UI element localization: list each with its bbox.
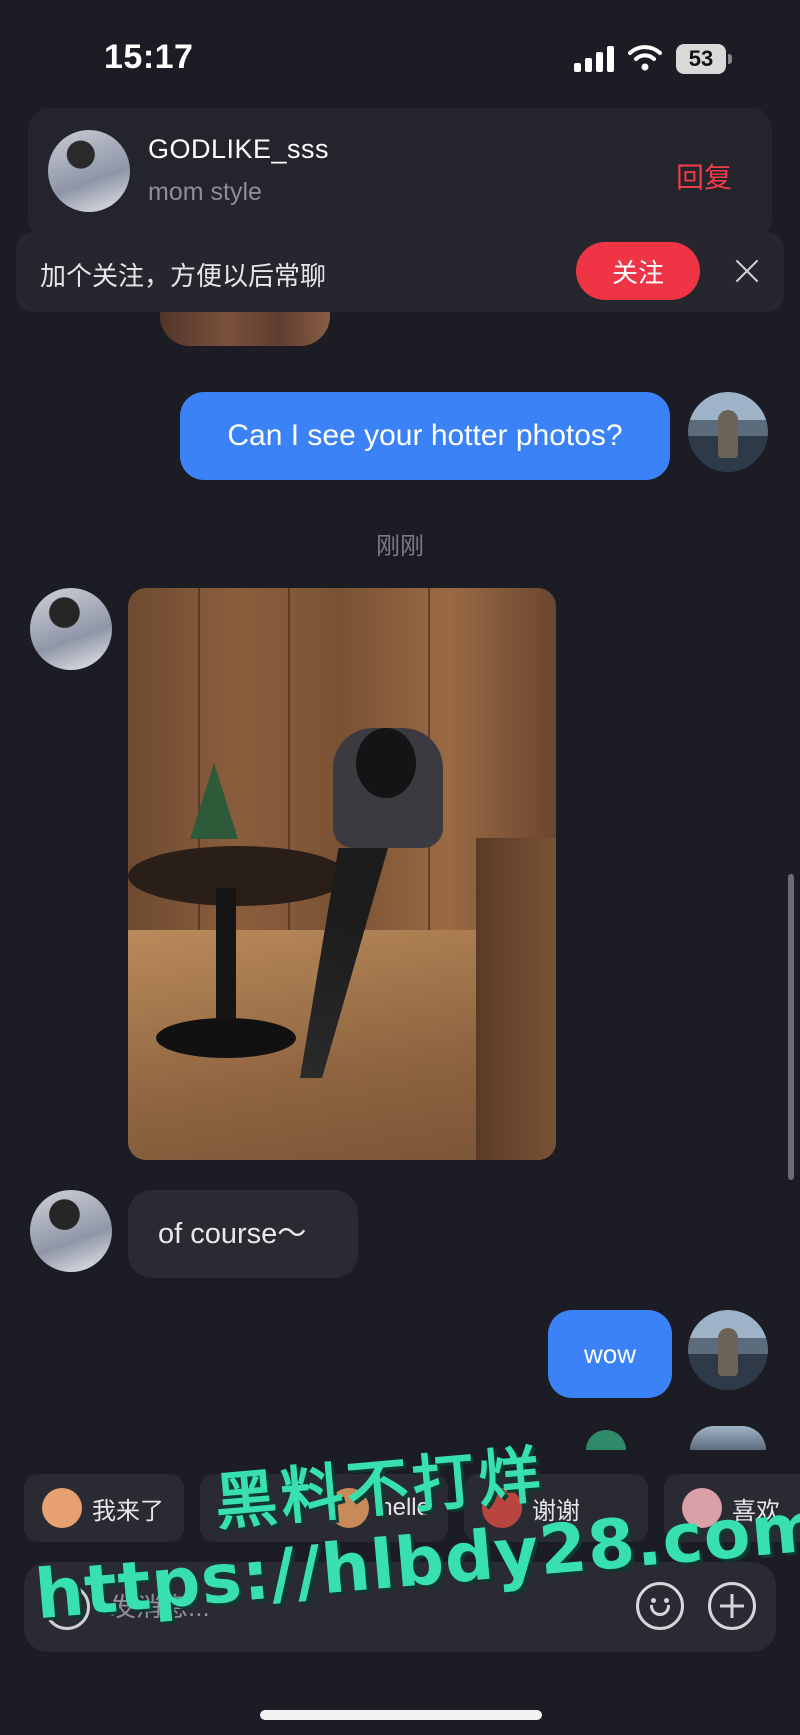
home-indicator[interactable] [260,1710,542,1720]
sender-avatar[interactable] [30,588,112,670]
thanks-emoji-icon [482,1488,522,1528]
quick-reply-chip[interactable]: 喜欢 [664,1474,800,1542]
message-input-bar [24,1562,776,1652]
close-icon[interactable] [730,254,764,288]
outgoing-message[interactable]: Can I see your hotter photos? [180,392,670,480]
waving-emoji-icon [42,1488,82,1528]
wifi-icon [628,45,662,71]
cellular-signal-icon [574,46,616,72]
quick-reply-label: hello [379,1494,430,1521]
battery-level: 53 [676,44,726,74]
sticker-image[interactable] [160,310,330,346]
scrollbar[interactable] [788,874,794,1180]
sender-username: GODLIKE_sss [148,134,330,164]
hello-emoji-icon [329,1488,370,1528]
message-input[interactable] [110,1582,630,1632]
incoming-photo[interactable] [128,588,556,1160]
battery-icon: 53 [676,44,732,74]
quick-reply-label: 喜欢 [732,1497,780,1525]
my-avatar[interactable] [690,1426,766,1450]
follow-prompt-bar: 加个关注，方便以后常聊 关注 [16,232,784,312]
status-bar: 15:17 53 [0,0,800,100]
quick-reply-chip[interactable]: hello [200,1474,448,1542]
message-timestamp: 刚刚 [376,533,424,560]
status-time: 15:17 [104,38,194,76]
incoming-message[interactable]: of course～ [128,1190,358,1278]
my-avatar[interactable] [688,1310,768,1390]
emoji-icon[interactable] [636,1582,684,1630]
voice-icon[interactable] [44,1584,90,1630]
follow-prompt-text: 加个关注，方便以后常聊 [40,261,327,291]
outgoing-message[interactable]: wow [548,1310,672,1398]
quick-reply-chip[interactable]: 谢谢 [464,1474,648,1542]
sticker-image[interactable] [586,1430,626,1450]
quick-reply-label: 我来了 [92,1497,164,1525]
message-notification[interactable]: GODLIKE_sss mom style 回复 [28,108,772,238]
follow-button[interactable]: 关注 [576,242,700,300]
sender-avatar[interactable] [30,1190,112,1272]
reply-button[interactable]: 回复 [676,156,732,196]
my-avatar[interactable] [688,392,768,472]
heart-emoji-icon [682,1488,722,1528]
quick-reply-bar: 我来了 hello 谢谢 喜欢 [0,1474,800,1542]
quick-reply-chip[interactable]: 我来了 [24,1474,184,1542]
plus-icon[interactable] [708,1582,756,1630]
quick-reply-label: 谢谢 [532,1497,580,1525]
sender-avatar[interactable] [48,130,130,212]
sender-subtitle: mom style [148,178,262,206]
